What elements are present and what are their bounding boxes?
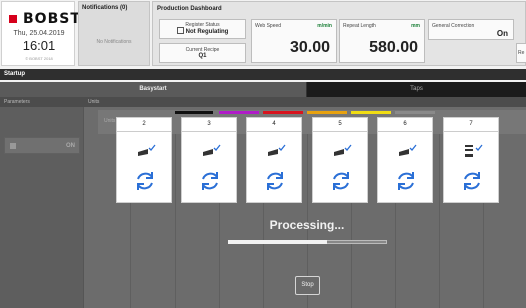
refresh-icon[interactable] xyxy=(197,169,223,193)
web-speed-card[interactable]: Web Speed m/min 30.00 xyxy=(251,19,337,63)
mark-check-icon xyxy=(138,144,156,156)
processing-label: Processing... xyxy=(269,218,345,232)
tab-taps[interactable]: Taps xyxy=(307,82,526,97)
tab-basystart-label: Basystart xyxy=(139,86,167,92)
parameters-header: Parameters xyxy=(4,99,30,105)
module-number: 2 xyxy=(117,118,171,132)
general-correction-card[interactable]: General Correction On xyxy=(428,19,514,40)
units-strip-label: Units xyxy=(104,118,116,124)
module-card: 5 xyxy=(312,117,368,203)
current-recipe-card[interactable]: Current Recipe Q1 xyxy=(159,43,246,63)
module-card: 4 xyxy=(246,117,302,203)
extra-card-label: Re xyxy=(518,50,525,56)
extra-card[interactable]: Re xyxy=(516,43,526,63)
parameter-value: ON xyxy=(66,143,75,149)
parameter-row[interactable]: ON xyxy=(4,137,80,154)
module-number: 7 xyxy=(444,118,498,132)
refresh-icon[interactable] xyxy=(393,169,419,193)
dashboard-title: Production Dashboard xyxy=(157,6,222,12)
module-number: 5 xyxy=(313,118,367,132)
units-header: Units xyxy=(88,99,100,105)
repeat-length-label: Repeat Length xyxy=(343,23,376,29)
current-recipe-value: Q1 xyxy=(198,53,207,59)
module-card: 3 xyxy=(181,117,237,203)
stop-label: Stop xyxy=(301,282,314,288)
repeat-length-unit: mm xyxy=(411,23,420,29)
general-correction-label: General Correction xyxy=(432,23,475,29)
parameter-icon xyxy=(10,143,16,149)
bobst-logo: BOBST xyxy=(9,11,81,27)
mark-check-icon xyxy=(399,144,417,156)
tab-basystart[interactable]: Basystart xyxy=(0,82,307,97)
startup-header: Startup xyxy=(0,69,526,80)
mark-check-icon xyxy=(268,144,286,156)
module-number: 4 xyxy=(247,118,301,132)
repeat-length-value: 580.00 xyxy=(369,39,418,56)
mark-check-icon xyxy=(334,144,352,156)
checkbox-icon xyxy=(176,27,184,34)
refresh-icon[interactable] xyxy=(459,169,485,193)
column-divider xyxy=(175,134,176,308)
color-bar-yellow xyxy=(351,111,391,114)
general-correction-value: On xyxy=(496,29,508,38)
register-status-value: Not Regulating xyxy=(185,29,229,36)
web-speed-value: 30.00 xyxy=(289,39,330,56)
notifications-panel[interactable]: Notifications (0) No Notifications xyxy=(78,1,150,66)
column-divider xyxy=(439,134,440,308)
current-date: Thu, 25.04.2019 xyxy=(13,30,65,37)
notifications-title: Notifications (0) xyxy=(82,5,128,11)
copyright: © BOBST 2018 xyxy=(25,56,53,61)
refresh-icon[interactable] xyxy=(132,169,158,193)
current-time: 16:01 xyxy=(22,38,56,53)
color-bar-black xyxy=(175,111,213,114)
register-status-card[interactable]: Register Status Not Regulating xyxy=(159,19,246,39)
mark-check-icon xyxy=(203,144,221,156)
module-card: 2 xyxy=(116,117,172,203)
tab-taps-label: Taps xyxy=(410,86,423,92)
stripes-check-icon xyxy=(465,144,483,157)
logo-text: BOBST xyxy=(23,11,81,27)
notifications-empty: No Notifications xyxy=(96,39,132,45)
web-speed-label: Web Speed xyxy=(255,23,282,29)
module-card: 7 xyxy=(443,117,499,203)
startup-title: Startup xyxy=(4,71,25,77)
refresh-icon[interactable] xyxy=(262,169,288,193)
web-speed-unit: m/min xyxy=(317,23,332,29)
module-card: 6 xyxy=(377,117,433,203)
table-header: Parameters Units xyxy=(0,97,526,107)
module-number: 3 xyxy=(182,118,236,132)
refresh-icon[interactable] xyxy=(328,169,354,193)
brand-panel: BOBST Thu, 25.04.2019 16:01 © BOBST 2018 xyxy=(1,1,80,66)
progress-fill xyxy=(228,240,327,244)
module-number: 6 xyxy=(378,118,432,132)
color-bar-gray xyxy=(395,111,435,114)
color-bar-magenta xyxy=(219,111,259,114)
logo-square-icon xyxy=(9,15,17,23)
stop-button[interactable]: Stop xyxy=(295,276,320,295)
color-bar-red xyxy=(263,111,303,114)
color-bar-orange xyxy=(307,111,347,114)
repeat-length-card[interactable]: Repeat Length mm 580.00 xyxy=(339,19,425,63)
